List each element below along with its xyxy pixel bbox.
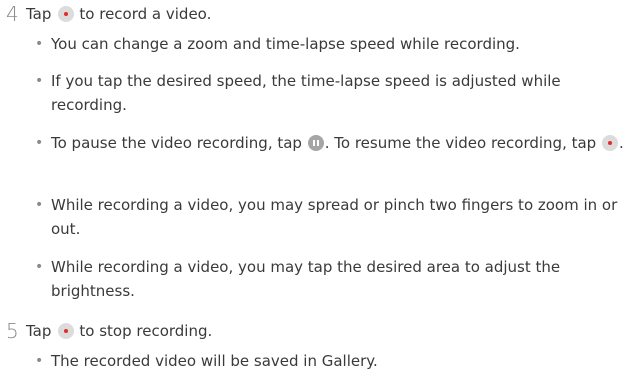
bullet-text: You can change a zoom and time-lapse spe… — [51, 35, 520, 53]
bullet-dot-icon: • — [35, 135, 44, 151]
step-5: 5 Tap to stop recording. — [6, 321, 212, 341]
record-icon — [602, 135, 618, 151]
bullet-dot-icon: • — [35, 36, 44, 52]
bullet-item: • You can change a zoom and time-lapse s… — [35, 32, 635, 56]
bullet-item: • The recorded video will be saved in Ga… — [35, 349, 635, 373]
bullet-text: To pause the video recording, tap . To r… — [51, 131, 635, 155]
bullet-dot-icon: • — [35, 73, 44, 89]
bullet-item: • If you tap the desired speed, the time… — [35, 69, 635, 117]
bullet-item: • While recording a video, you may sprea… — [35, 193, 635, 241]
bullet-text: The recorded video will be saved in Gall… — [51, 352, 378, 370]
record-icon — [58, 323, 75, 339]
step-number: 4 — [6, 2, 19, 26]
bullet-dot-icon: • — [35, 197, 44, 213]
bullet-dot-icon: • — [35, 259, 44, 275]
pause-icon — [307, 135, 324, 151]
step-text-after: to stop recording. — [79, 322, 213, 340]
bullet-text: While recording a video, you may tap the… — [51, 258, 561, 300]
step-text-after: to record a video. — [79, 5, 212, 23]
instruction-document: 4 Tap to record a video. • You can chang… — [0, 0, 641, 381]
bullet-text-part: . — [619, 134, 624, 152]
bullet-dot-icon: • — [35, 353, 44, 369]
bullet-item: • While recording a video, you may tap t… — [35, 255, 635, 303]
step-number: 5 — [6, 319, 19, 343]
record-icon — [58, 6, 75, 22]
bullet-item: • To pause the video recording, tap . To… — [35, 131, 635, 155]
step-4: 4 Tap to record a video. — [6, 4, 211, 24]
bullet-text: While recording a video, you may spread … — [51, 196, 618, 238]
step-text-before: Tap — [26, 5, 52, 23]
bullet-text-part: To pause the video recording, tap — [51, 134, 302, 152]
step-text-before: Tap — [26, 322, 52, 340]
bullet-text-part: . To resume the video recording, tap — [324, 134, 597, 152]
bullet-text: If you tap the desired speed, the time-l… — [51, 72, 561, 114]
